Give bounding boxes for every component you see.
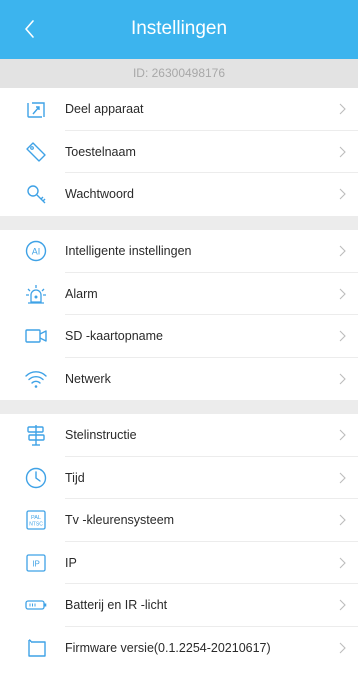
row-tijd[interactable]: Tijd (0, 457, 358, 499)
settings-section-device: Deel apparaat Toestelnaam Wachtwoord (0, 88, 358, 216)
tag-icon (24, 140, 48, 164)
row-label: Netwerk (65, 371, 111, 386)
row-tv-kleurensysteem[interactable]: PAL NTSC Tv -kleurensysteem (0, 499, 358, 542)
chevron-right-icon (339, 472, 346, 484)
row-firmware-versie[interactable]: Firmware versie(0.1.2254-20210617) (0, 627, 358, 670)
ip-icon: IP (24, 551, 48, 575)
row-label: Deel apparaat (65, 102, 144, 117)
chevron-right-icon (339, 103, 346, 115)
svg-text:IP: IP (32, 559, 40, 568)
top-bar: Instellingen (0, 0, 358, 59)
signpost-icon (24, 423, 48, 447)
row-sd-kaartopname[interactable]: SD -kaartopname (0, 315, 358, 358)
svg-text:NTSC: NTSC (29, 522, 43, 528)
chevron-right-icon (339, 188, 346, 200)
camera-icon (24, 324, 48, 348)
row-label: Intelligente instellingen (65, 244, 192, 259)
share-icon (24, 97, 48, 121)
row-label: Batterij en IR -licht (65, 598, 168, 613)
section-gap (0, 216, 358, 230)
svg-text:PAL: PAL (31, 515, 41, 521)
row-label: Firmware versie(0.1.2254-20210617) (65, 640, 271, 655)
chevron-right-icon (339, 373, 346, 385)
settings-section-features: AI Intelligente instellingen Alarm SD -k… (0, 230, 358, 400)
row-label: Alarm (65, 286, 98, 301)
row-batterij-ir-licht[interactable]: Batterij en IR -licht (0, 584, 358, 627)
chevron-right-icon (339, 599, 346, 611)
row-toestelnaam[interactable]: Toestelnaam (0, 131, 358, 173)
settings-section-system: Stelinstructie Tijd PAL NTSC Tv -kleurens… (0, 414, 358, 669)
row-label: Toestelnaam (65, 144, 136, 159)
chevron-right-icon (339, 330, 346, 342)
clock-icon (24, 466, 48, 490)
row-stelinstructie[interactable]: Stelinstructie (0, 414, 358, 457)
row-intelligente-instellingen[interactable]: AI Intelligente instellingen (0, 230, 358, 273)
alarm-icon (24, 282, 48, 306)
key-icon (24, 182, 48, 206)
svg-text:AI: AI (32, 247, 41, 257)
row-label: Stelinstructie (65, 428, 137, 443)
row-ip[interactable]: IP IP (0, 542, 358, 584)
row-wachtwoord[interactable]: Wachtwoord (0, 173, 358, 216)
chevron-right-icon (339, 514, 346, 526)
chevron-right-icon (339, 557, 346, 569)
firmware-icon (24, 636, 48, 660)
row-label: Tijd (65, 470, 85, 485)
ai-icon: AI (24, 239, 48, 263)
row-label: Wachtwoord (65, 187, 135, 202)
chevron-right-icon (339, 642, 346, 654)
chevron-right-icon (339, 245, 346, 257)
wifi-icon (24, 367, 48, 391)
row-alarm[interactable]: Alarm (0, 273, 358, 315)
row-netwerk[interactable]: Netwerk (0, 358, 358, 401)
page-title: Instellingen (130, 18, 228, 39)
chevron-right-icon (339, 288, 346, 300)
chevron-right-icon (339, 146, 346, 158)
battery-icon (24, 593, 48, 617)
row-label: Tv -kleurensysteem (65, 513, 175, 528)
row-label: SD -kaartopname (65, 329, 163, 344)
device-id-bar: ID: 26300498176 (0, 59, 358, 88)
row-deel-apparaat[interactable]: Deel apparaat (0, 88, 358, 131)
chevron-right-icon (339, 429, 346, 441)
row-label: IP (65, 555, 77, 570)
section-gap (0, 400, 358, 414)
pal-ntsc-icon: PAL NTSC (24, 508, 48, 532)
